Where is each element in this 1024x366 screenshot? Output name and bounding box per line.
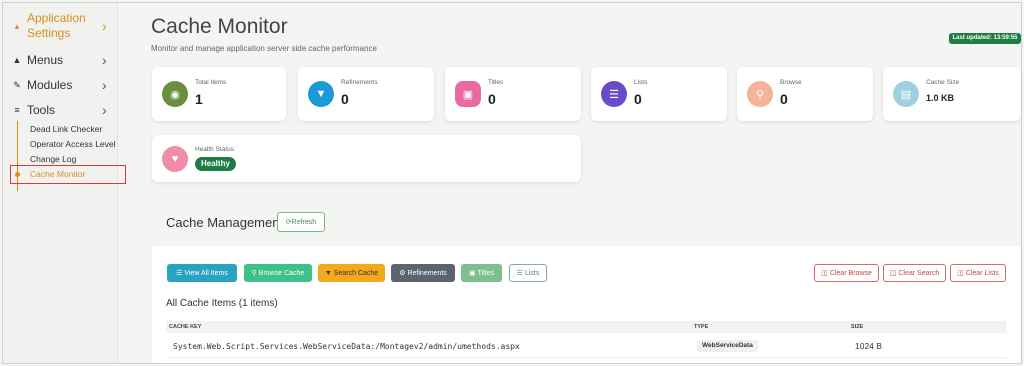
last-updated-badge: Last updated: 13:59:55 <box>949 33 1021 44</box>
stat-label: Lists <box>634 79 648 86</box>
filter-icon: ▼ <box>324 269 332 277</box>
clear-browse-button[interactable]: ◫ Clear Browse <box>814 264 879 282</box>
stat-card-total-items: ◉ Total Items 1 <box>152 67 286 121</box>
sidebar-subitem-dead-link-checker[interactable]: Dead Link Checker <box>30 124 102 134</box>
stat-label: Health Status <box>195 146 235 153</box>
trash-icon: ◫ <box>889 270 897 277</box>
stat-label: Titles <box>488 79 504 86</box>
stat-card-browse: ⚲ Browse 0 <box>737 67 873 121</box>
table-cell-type-badge: WebServiceData <box>697 340 758 352</box>
button-label: Browse Cache <box>258 269 305 277</box>
button-label: Lists <box>524 269 540 277</box>
sidebar-item-menus[interactable]: ▲ Menus › <box>3 52 118 68</box>
edit-icon: ✎ <box>13 79 21 90</box>
stat-label: Total Items <box>195 79 227 86</box>
page-subtitle: Monitor and manage application server si… <box>151 44 377 53</box>
button-label: Titles <box>477 269 495 277</box>
button-label: Clear Browse <box>829 269 872 277</box>
sidebar-item-application-settings[interactable]: ▴ Application Settings › <box>3 9 118 43</box>
filter-icon: ▼ <box>308 81 334 107</box>
memory-icon: ▤ <box>893 81 919 107</box>
database-icon: ◉ <box>162 81 188 107</box>
stat-label: Browse <box>780 79 802 86</box>
view-all-items-button[interactable]: ☰ View All Items <box>167 264 237 282</box>
button-label: View All Items <box>184 269 228 277</box>
search-icon: ⚲ <box>251 270 257 277</box>
stat-value: 1.0 KB <box>926 93 955 103</box>
stat-label: Refinements <box>341 79 378 86</box>
table-cell-size: 1024 B <box>855 341 882 351</box>
button-label: Refinements <box>407 269 447 277</box>
clear-lists-button[interactable]: ◫ Clear Lists <box>950 264 1006 282</box>
trash-icon: ◫ <box>821 270 828 277</box>
sidebar-item-tools[interactable]: ≡ Tools › <box>3 102 118 118</box>
hat-icon: ▲ <box>12 55 22 65</box>
stat-card-titles: ▣ Titles 0 <box>445 67 581 121</box>
sidebar-subitem-change-log[interactable]: Change Log <box>30 154 76 164</box>
list-icon: ☰ <box>601 81 627 107</box>
health-status-badge: Healthy <box>195 157 236 171</box>
column-header-cache-key: CACHE KEY <box>169 324 202 330</box>
tools-icon: ≡ <box>14 105 20 115</box>
list-icon: ☰ <box>516 270 523 277</box>
column-header-size: SIZE <box>851 324 864 330</box>
table-row-divider <box>166 357 1006 358</box>
search-icon: ⚲ <box>747 81 773 107</box>
stat-label: Cache Size <box>926 79 960 86</box>
search-cache-button[interactable]: ▼ Search Cache <box>318 264 385 282</box>
titles-button[interactable]: ▣ Titles <box>461 264 502 282</box>
chevron-right-icon: › <box>102 52 107 68</box>
page-title: Cache Monitor <box>151 15 288 38</box>
cache-items-title: All Cache Items (1 items) <box>166 298 278 309</box>
refresh-label: Refresh <box>291 218 317 226</box>
sidebar-item-label: Modules <box>27 78 73 92</box>
list-icon: ☰ <box>176 270 183 277</box>
table-cell-cache-key: System.Web.Script.Services.WebServiceDat… <box>173 342 520 351</box>
book-icon: ▣ <box>455 81 481 107</box>
chevron-right-icon: › <box>102 77 107 93</box>
sidebar-subitem-operator-access-level[interactable]: Operator Access Level <box>30 139 116 149</box>
button-label: Search Cache <box>333 269 379 277</box>
book-icon: ▣ <box>468 270 476 277</box>
button-label: Clear Lists <box>965 269 999 277</box>
stat-card-lists: ☰ Lists 0 <box>591 67 727 121</box>
chevron-right-icon: › <box>102 102 107 118</box>
table-header: CACHE KEY TYPE SIZE <box>166 321 1006 333</box>
column-header-type: TYPE <box>694 324 709 330</box>
selection-highlight-box <box>10 165 126 184</box>
refresh-button[interactable]: ⟳ Refresh <box>277 212 325 232</box>
refinements-button[interactable]: ⚙ Refinements <box>391 264 455 282</box>
stat-value: 0 <box>341 91 349 107</box>
stat-value: 1 <box>195 91 203 107</box>
app-frame: ▴ Application Settings › ▲ Menus › ✎ Mod… <box>2 2 1022 364</box>
sitemap-icon: ▴ <box>14 20 20 31</box>
sidebar-item-label: Tools <box>27 103 56 117</box>
chevron-right-icon: › <box>102 18 107 34</box>
health-status-card: ♥ Health Status Healthy <box>152 135 581 182</box>
stat-card-cache-size: ▤ Cache Size 1.0 KB <box>883 67 1021 121</box>
button-label: Clear Search <box>898 269 940 277</box>
sidebar-item-label: Menus <box>27 53 64 67</box>
stat-card-refinements: ▼ Refinements 0 <box>298 67 434 121</box>
sidebar-item-modules[interactable]: ✎ Modules › <box>3 77 118 93</box>
browse-cache-button[interactable]: ⚲ Browse Cache <box>244 264 312 282</box>
sidebar-item-label: Application Settings <box>27 11 86 40</box>
section-title: Cache Management <box>166 215 284 230</box>
gear-icon: ⚙ <box>399 270 406 277</box>
lists-button[interactable]: ☰ Lists <box>509 264 547 282</box>
stat-value: 0 <box>634 91 642 107</box>
clear-search-button[interactable]: ◫ Clear Search <box>883 264 946 282</box>
heart-pulse-icon: ♥ <box>162 146 188 172</box>
trash-icon: ◫ <box>957 270 964 277</box>
stat-value: 0 <box>780 91 788 107</box>
stat-value: 0 <box>488 91 496 107</box>
